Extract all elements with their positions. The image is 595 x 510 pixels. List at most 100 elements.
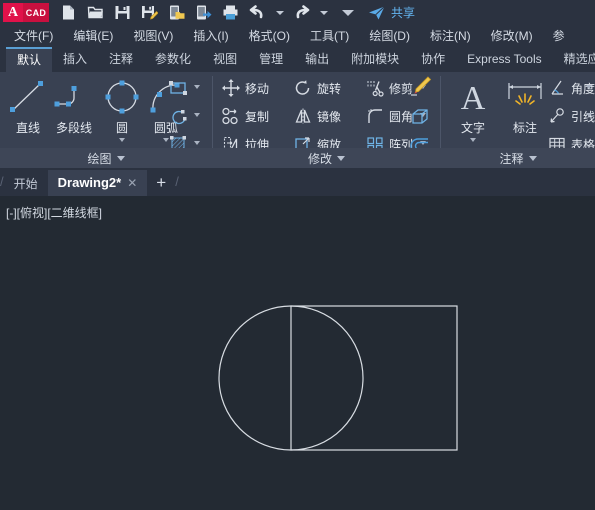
rectangle-icon[interactable] [166, 76, 190, 100]
panel-label-annotation-text: 注释 [499, 151, 524, 166]
menu-item-dimension[interactable]: 标注(N) [420, 25, 481, 47]
panel-modify-expand-caret[interactable] [337, 155, 345, 161]
tool-move-label: 移动 [245, 81, 270, 96]
tool-circle-dropdown-caret[interactable] [119, 138, 125, 142]
redo-icon[interactable] [292, 3, 311, 22]
ribbon-tab-parametric[interactable]: 参数化 [144, 47, 202, 72]
rectangle-entity [290, 305, 458, 451]
share-button[interactable]: 共享 [368, 4, 415, 21]
erase-icon[interactable] [408, 74, 432, 98]
tool-text[interactable]: A 文字 [447, 76, 499, 142]
open-folder-icon[interactable] [86, 3, 105, 22]
panel-label-modify-text: 修改 [307, 151, 332, 166]
dimension-icon [499, 76, 551, 118]
new-file-icon[interactable] [59, 3, 78, 22]
ribbon-tab-home[interactable]: 默认 [6, 47, 53, 72]
menu-item-draw[interactable]: 绘图(D) [359, 25, 420, 47]
menu-item-parametric[interactable]: 参 [543, 25, 575, 47]
tool-trim[interactable]: 修剪 [365, 77, 413, 99]
panel-label-modify[interactable]: 修改 [213, 148, 440, 168]
tool-mirror-label: 镜像 [317, 109, 342, 124]
open-from-device-icon[interactable] [167, 3, 186, 22]
tool-copy-label: 复制 [245, 109, 270, 124]
menu-bar: 文件(F) 编辑(E) 视图(V) 插入(I) 格式(O) 工具(T) 绘图(D… [0, 25, 595, 48]
tool-mirror[interactable]: 镜像 [293, 105, 341, 127]
save-as-icon[interactable] [140, 3, 159, 22]
document-tab-drawing2-label: Drawing2* [57, 175, 122, 190]
title-bar: A CAD 共享 [0, 0, 595, 25]
tool-text-dropdown-caret[interactable] [470, 138, 476, 142]
panel-annotation-expand-caret[interactable] [528, 155, 537, 161]
hatch-dropdown-caret[interactable] [194, 141, 200, 145]
tool-dimension[interactable]: 标注 [499, 76, 551, 136]
tool-leader-dropdown-caret[interactable] [586, 113, 592, 117]
print-icon[interactable] [221, 3, 240, 22]
undo-dropdown-caret[interactable] [276, 10, 284, 15]
close-icon[interactable]: ✕ [127, 171, 137, 195]
tool-rotate[interactable]: 旋转 [293, 77, 341, 99]
ribbon-tab-bar: 默认 插入 注释 参数化 视图 管理 输出 附加模块 协作 Express To… [0, 47, 595, 72]
ribbon-tab-addins[interactable]: 附加模块 [340, 47, 410, 72]
tool-dimension-label: 标注 [512, 121, 537, 135]
tool-line-label: 直线 [15, 121, 40, 135]
save-to-web-icon[interactable] [194, 3, 213, 22]
rectangle-dropdown-caret[interactable] [194, 85, 200, 89]
text-icon: A [447, 76, 499, 118]
fillet-icon [365, 106, 385, 126]
tool-rotate-label: 旋转 [317, 81, 342, 96]
redo-dropdown-caret[interactable] [320, 10, 328, 15]
polyline-icon [48, 76, 100, 118]
document-tab-bar: / 开始 Drawing2* ✕ + / [0, 168, 595, 196]
tool-text-label: 文字 [460, 121, 485, 135]
ellipse-dropdown-caret[interactable] [194, 113, 200, 117]
angular-dimension-icon [547, 78, 567, 98]
app-logo[interactable]: A CAD [3, 3, 49, 22]
menu-item-edit[interactable]: 编辑(E) [63, 25, 123, 47]
tool-line[interactable]: 直线 [2, 76, 54, 136]
panel-label-row: 绘图 修改 注释 [0, 148, 595, 168]
ribbon-tab-insert[interactable]: 插入 [52, 47, 98, 72]
save-icon[interactable] [113, 3, 132, 22]
menu-item-tools[interactable]: 工具(T) [300, 25, 359, 47]
new-tab-button[interactable]: + [147, 170, 175, 196]
panel-draw-expand-caret[interactable] [116, 155, 125, 161]
tool-move[interactable]: 移动 [221, 77, 269, 99]
drawing-entities [218, 305, 458, 451]
panel-label-draw[interactable]: 绘图 [0, 148, 212, 168]
customize-quick-access-caret[interactable] [342, 9, 354, 16]
leader-icon [547, 106, 567, 126]
document-tab-drawing2[interactable]: Drawing2* ✕ [47, 170, 148, 196]
document-tab-start[interactable]: 开始 [4, 172, 48, 196]
tool-angular-dropdown-caret[interactable] [586, 85, 592, 89]
menu-item-format[interactable]: 格式(O) [239, 25, 300, 47]
ribbon-tab-collaborate[interactable]: 协作 [410, 47, 456, 72]
ribbon-tab-express-tools[interactable]: Express Tools [456, 47, 552, 72]
ribbon-tab-featured-apps[interactable]: 精选应用 [553, 47, 595, 72]
share-arrow-icon [369, 5, 385, 19]
tool-polyline[interactable]: 多段线 [48, 76, 100, 136]
tool-polyline-label: 多段线 [55, 121, 92, 135]
line-icon [2, 76, 54, 118]
share-label: 共享 [391, 6, 416, 20]
svg-text:A: A [461, 80, 486, 117]
menu-item-file[interactable]: 文件(F) [0, 25, 63, 47]
menu-item-view[interactable]: 视图(V) [123, 25, 183, 47]
ellipse-arc-icon[interactable] [166, 104, 190, 128]
ribbon-tab-output[interactable]: 输出 [294, 47, 340, 72]
ribbon-tab-manage[interactable]: 管理 [248, 47, 294, 72]
copy-icon [221, 106, 241, 126]
ribbon-tab-view[interactable]: 视图 [202, 47, 248, 72]
3d-box-icon[interactable] [408, 105, 432, 129]
ribbon-tab-annotate[interactable]: 注释 [98, 47, 144, 72]
panel-label-annotation[interactable]: 注释 [441, 148, 595, 168]
tool-copy[interactable]: 复制 [221, 105, 269, 127]
menu-item-modify[interactable]: 修改(M) [481, 25, 543, 47]
undo-icon[interactable] [248, 3, 267, 22]
logo-badge: CAD [23, 3, 49, 22]
autocad-window: A CAD 共享 文件(F) 编辑(E) 视图(V) 插入(I) 格式(O) 工… [0, 0, 595, 510]
tab-separator-right: / [175, 174, 179, 189]
tool-fillet[interactable]: 圆角 [365, 105, 413, 127]
drawing-canvas[interactable]: [-][俯视][二维线框] [0, 196, 595, 510]
menu-item-insert[interactable]: 插入(I) [183, 25, 238, 47]
panel-label-draw-text: 绘图 [87, 151, 112, 166]
